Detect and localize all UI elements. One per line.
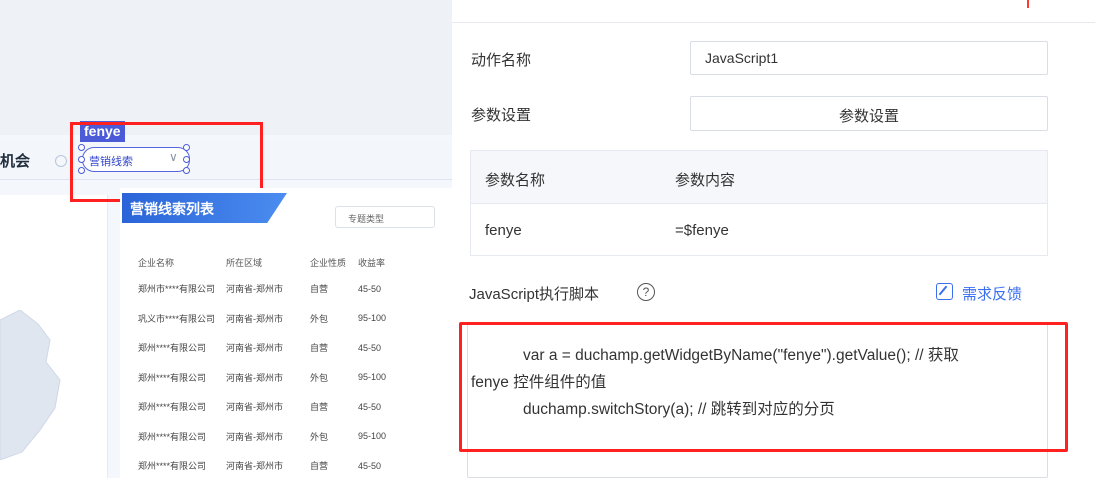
table-cell: 自营	[310, 343, 329, 354]
table-cell: 郑州****有限公司	[138, 343, 207, 354]
table-row: 郑州****有限公司 河南省-郑州市 自营 45-50	[128, 333, 452, 363]
table-row: 郑州****有限公司 河南省-郑州市 外包 95-100	[128, 422, 452, 452]
table-cell: 外包	[310, 313, 329, 324]
table-cell: 45-50	[358, 283, 382, 294]
action-name-label: 动作名称	[471, 52, 532, 69]
lead-list-title: 营销线索列表	[122, 193, 287, 223]
table-cell: 45-50	[358, 460, 382, 471]
table-cell: 自营	[310, 402, 329, 413]
canvas-blank-area	[0, 0, 452, 135]
help-icon[interactable]: ?	[637, 283, 655, 301]
table-cell: 95-100	[358, 313, 387, 324]
design-canvas[interactable]: 机会 fenye 营销线索 ∨ 营销线索列表 专题类型 企业名称 所在区域 企业…	[0, 0, 452, 478]
table-header-row: 企业名称 所在区域 企业性质 收益率	[128, 250, 452, 274]
table-cell: 河南省-郑州市	[226, 372, 283, 383]
table-row: 巩义市****有限公司 河南省-郑州市 外包 95-100	[128, 304, 452, 334]
lead-list-table: 企业名称 所在区域 企业性质 收益率 郑州市****有限公司 河南省-郑州市 自…	[128, 250, 452, 478]
table-cell: 45-50	[358, 342, 382, 353]
param-table-header	[471, 151, 1047, 204]
table-cell: 河南省-郑州市	[226, 402, 283, 413]
column-header: 企业性质	[310, 257, 347, 268]
table-cell: 95-100	[358, 372, 387, 383]
script-label: JavaScript执行脚本	[469, 286, 600, 303]
highlight-box-script	[459, 322, 1068, 452]
param-settings-button[interactable]: 参数设置	[690, 96, 1048, 131]
param-name-header: 参数名称	[485, 172, 546, 189]
table-row: 郑州****有限公司 河南省-郑州市 自营 45-50	[128, 392, 452, 422]
action-name-input[interactable]: JavaScript1	[690, 41, 1048, 75]
feedback-link[interactable]: 需求反馈	[962, 283, 1022, 304]
table-cell: 河南省-郑州市	[226, 461, 283, 472]
table-cell: 郑州****有限公司	[138, 461, 207, 472]
table-row: 郑州****有限公司 河南省-郑州市 外包 95-100	[128, 363, 452, 393]
nav-indicator	[55, 155, 67, 167]
table-cell: 河南省-郑州市	[226, 284, 283, 295]
column-header: 收益率	[358, 257, 386, 268]
param-value-header: 参数内容	[675, 172, 736, 189]
table-cell: 45-50	[358, 401, 382, 412]
table-cell: 郑州****有限公司	[138, 372, 207, 383]
table-cell: 自营	[310, 284, 329, 295]
nav-tab-opportunity[interactable]: 机会	[0, 150, 30, 171]
column-header: 所在区域	[226, 257, 263, 268]
param-settings-label: 参数设置	[471, 107, 532, 124]
panel-divider	[452, 22, 1095, 23]
table-cell: 巩义市****有限公司	[138, 313, 216, 324]
table-cell: 河南省-郑州市	[226, 343, 283, 354]
list-filter-select[interactable]: 专题类型	[335, 206, 435, 228]
map-region-shape	[0, 310, 61, 460]
param-value-cell: =$fenye	[675, 222, 729, 239]
column-header: 企业名称	[138, 257, 175, 268]
table-row: 郑州****有限公司 河南省-郑州市 自营 45-50	[128, 451, 452, 478]
table-cell: 河南省-郑州市	[226, 431, 283, 442]
table-cell: 外包	[310, 431, 329, 442]
table-cell: 95-100	[358, 431, 387, 442]
param-table: 参数名称 参数内容 fenye =$fenye	[470, 150, 1048, 256]
table-cell: 自营	[310, 461, 329, 472]
table-cell: 郑州****有限公司	[138, 402, 207, 413]
edit-feedback-icon[interactable]	[936, 283, 953, 300]
panel-close-mark	[1027, 0, 1029, 8]
table-cell: 河南省-郑州市	[226, 313, 283, 324]
table-cell: 郑州市****有限公司	[138, 284, 216, 295]
param-name-cell: fenye	[485, 222, 522, 239]
table-row: 郑州市****有限公司 河南省-郑州市 自营 45-50	[128, 274, 452, 304]
table-cell: 外包	[310, 372, 329, 383]
table-cell: 郑州****有限公司	[138, 431, 207, 442]
